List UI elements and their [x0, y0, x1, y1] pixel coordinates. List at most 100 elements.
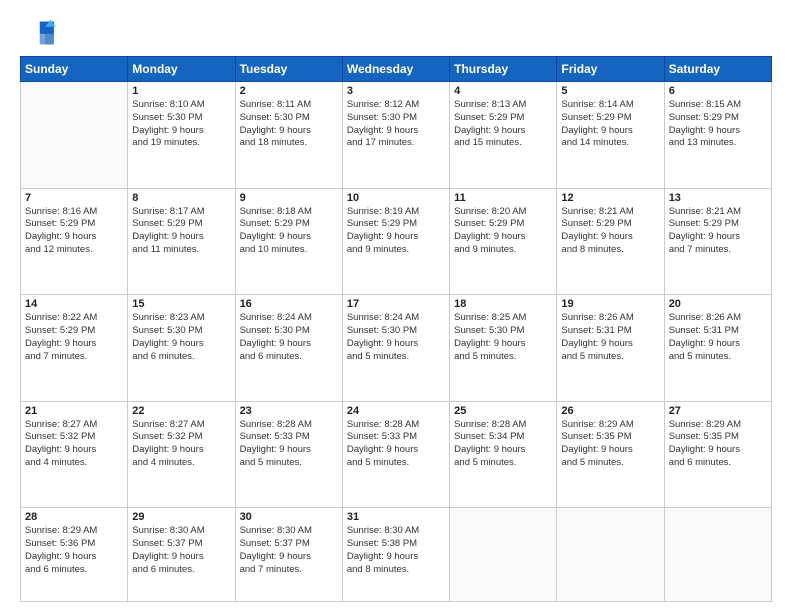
day-info: Sunrise: 8:27 AM Sunset: 5:32 PM Dayligh… [25, 419, 123, 470]
day-info: Sunrise: 8:28 AM Sunset: 5:33 PM Dayligh… [347, 419, 445, 470]
calendar-cell: 18Sunrise: 8:25 AM Sunset: 5:30 PM Dayli… [450, 295, 557, 402]
day-info: Sunrise: 8:21 AM Sunset: 5:29 PM Dayligh… [561, 206, 659, 257]
calendar-week-row: 7 Sunrise: 8:16 AM Sunset: 5:29 PM Daylig… [21, 188, 772, 295]
calendar-cell: 24Sunrise: 8:28 AM Sunset: 5:33 PM Dayli… [342, 401, 449, 508]
day-info: Sunrise: 8:27 AM Sunset: 5:32 PM Dayligh… [132, 419, 230, 470]
calendar-cell: 1 Sunrise: 8:10 AM Sunset: 5:30 PM Daylig… [128, 82, 235, 189]
day-number: 5 [561, 85, 659, 97]
day-info: Sunrise: 8:24 AM Sunset: 5:30 PM Dayligh… [347, 312, 445, 363]
calendar-week-row: 21 Sunrise: 8:27 AM Sunset: 5:32 PM Dayli… [21, 401, 772, 508]
calendar-header-row: SundayMondayTuesdayWednesdayThursdayFrid… [21, 57, 772, 82]
day-info: Sunrise: 8:29 AM Sunset: 5:35 PM Dayligh… [561, 419, 659, 470]
day-number: 16 [240, 298, 338, 310]
calendar-cell: 3 Sunrise: 8:12 AM Sunset: 5:30 PM Daylig… [342, 82, 449, 189]
calendar-cell: 26 Sunrise: 8:29 AM Sunset: 5:35 PM Dayli… [557, 401, 664, 508]
weekday-header: Saturday [664, 57, 771, 82]
day-number: 3 [347, 85, 445, 97]
day-number: 14 [25, 298, 123, 310]
calendar-cell: 28 Sunrise: 8:29 AM Sunset: 5:36 PM Dayli… [21, 508, 128, 602]
calendar-cell: 4 Sunrise: 8:13 AM Sunset: 5:29 PM Daylig… [450, 82, 557, 189]
calendar-cell: 16 Sunrise: 8:24 AM Sunset: 5:30 PM Dayli… [235, 295, 342, 402]
weekday-header: Tuesday [235, 57, 342, 82]
calendar-cell: 12 Sunrise: 8:21 AM Sunset: 5:29 PM Dayli… [557, 188, 664, 295]
day-number: 10 [347, 192, 445, 204]
logo-icon [20, 18, 56, 48]
weekday-header: Wednesday [342, 57, 449, 82]
day-number: 8 [132, 192, 230, 204]
calendar-cell: 15 Sunrise: 8:23 AM Sunset: 5:30 PM Dayli… [128, 295, 235, 402]
calendar-cell: 2Sunrise: 8:11 AM Sunset: 5:30 PM Daylig… [235, 82, 342, 189]
day-info: Sunrise: 8:30 AM Sunset: 5:38 PM Dayligh… [347, 525, 445, 576]
calendar-cell [664, 508, 771, 602]
calendar-cell: 7 Sunrise: 8:16 AM Sunset: 5:29 PM Daylig… [21, 188, 128, 295]
calendar-week-row: 14 Sunrise: 8:22 AM Sunset: 5:29 PM Dayli… [21, 295, 772, 402]
day-number: 4 [454, 85, 552, 97]
day-number: 31 [347, 511, 445, 523]
day-info: Sunrise: 8:13 AM Sunset: 5:29 PM Dayligh… [454, 99, 552, 150]
page: SundayMondayTuesdayWednesdayThursdayFrid… [0, 0, 792, 612]
day-info: Sunrise: 8:23 AM Sunset: 5:30 PM Dayligh… [132, 312, 230, 363]
day-number: 29 [132, 511, 230, 523]
day-number: 30 [240, 511, 338, 523]
day-number: 12 [561, 192, 659, 204]
weekday-header: Sunday [21, 57, 128, 82]
day-number: 7 [25, 192, 123, 204]
calendar-table: SundayMondayTuesdayWednesdayThursdayFrid… [20, 56, 772, 602]
calendar-cell [450, 508, 557, 602]
day-info: Sunrise: 8:25 AM Sunset: 5:30 PM Dayligh… [454, 312, 552, 363]
calendar-cell: 30 Sunrise: 8:30 AM Sunset: 5:37 PM Dayli… [235, 508, 342, 602]
logo [20, 18, 60, 48]
day-number: 9 [240, 192, 338, 204]
calendar-cell: 17 Sunrise: 8:24 AM Sunset: 5:30 PM Dayli… [342, 295, 449, 402]
day-number: 15 [132, 298, 230, 310]
calendar-cell: 31 Sunrise: 8:30 AM Sunset: 5:38 PM Dayli… [342, 508, 449, 602]
day-number: 11 [454, 192, 552, 204]
day-info: Sunrise: 8:22 AM Sunset: 5:29 PM Dayligh… [25, 312, 123, 363]
day-number: 6 [669, 85, 767, 97]
day-info: Sunrise: 8:29 AM Sunset: 5:35 PM Dayligh… [669, 419, 767, 470]
day-number: 1 [132, 85, 230, 97]
day-info: Sunrise: 8:20 AM Sunset: 5:29 PM Dayligh… [454, 206, 552, 257]
calendar-cell: 27 Sunrise: 8:29 AM Sunset: 5:35 PM Dayli… [664, 401, 771, 508]
calendar-cell: 13 Sunrise: 8:21 AM Sunset: 5:29 PM Dayli… [664, 188, 771, 295]
day-number: 2 [240, 85, 338, 97]
day-info: Sunrise: 8:24 AM Sunset: 5:30 PM Dayligh… [240, 312, 338, 363]
day-info: Sunrise: 8:16 AM Sunset: 5:29 PM Dayligh… [25, 206, 123, 257]
day-info: Sunrise: 8:17 AM Sunset: 5:29 PM Dayligh… [132, 206, 230, 257]
calendar-cell: 22 Sunrise: 8:27 AM Sunset: 5:32 PM Dayli… [128, 401, 235, 508]
calendar-cell: 6 Sunrise: 8:15 AM Sunset: 5:29 PM Daylig… [664, 82, 771, 189]
day-info: Sunrise: 8:21 AM Sunset: 5:29 PM Dayligh… [669, 206, 767, 257]
day-number: 20 [669, 298, 767, 310]
calendar-cell: 8 Sunrise: 8:17 AM Sunset: 5:29 PM Daylig… [128, 188, 235, 295]
day-number: 26 [561, 405, 659, 417]
day-number: 13 [669, 192, 767, 204]
day-info: Sunrise: 8:30 AM Sunset: 5:37 PM Dayligh… [132, 525, 230, 576]
day-number: 28 [25, 511, 123, 523]
day-number: 25 [454, 405, 552, 417]
day-info: Sunrise: 8:12 AM Sunset: 5:30 PM Dayligh… [347, 99, 445, 150]
day-info: Sunrise: 8:10 AM Sunset: 5:30 PM Dayligh… [132, 99, 230, 150]
day-number: 27 [669, 405, 767, 417]
day-number: 17 [347, 298, 445, 310]
header [20, 18, 772, 48]
day-info: Sunrise: 8:15 AM Sunset: 5:29 PM Dayligh… [669, 99, 767, 150]
day-info: Sunrise: 8:29 AM Sunset: 5:36 PM Dayligh… [25, 525, 123, 576]
calendar-cell: 11 Sunrise: 8:20 AM Sunset: 5:29 PM Dayli… [450, 188, 557, 295]
calendar-cell: 25 Sunrise: 8:28 AM Sunset: 5:34 PM Dayli… [450, 401, 557, 508]
day-number: 21 [25, 405, 123, 417]
day-number: 22 [132, 405, 230, 417]
calendar-week-row: 28 Sunrise: 8:29 AM Sunset: 5:36 PM Dayli… [21, 508, 772, 602]
calendar-cell: 9Sunrise: 8:18 AM Sunset: 5:29 PM Daylig… [235, 188, 342, 295]
day-info: Sunrise: 8:30 AM Sunset: 5:37 PM Dayligh… [240, 525, 338, 576]
day-info: Sunrise: 8:28 AM Sunset: 5:34 PM Dayligh… [454, 419, 552, 470]
calendar-cell: 19Sunrise: 8:26 AM Sunset: 5:31 PM Dayli… [557, 295, 664, 402]
weekday-header: Monday [128, 57, 235, 82]
calendar-cell: 10 Sunrise: 8:19 AM Sunset: 5:29 PM Dayli… [342, 188, 449, 295]
calendar-cell: 20Sunrise: 8:26 AM Sunset: 5:31 PM Dayli… [664, 295, 771, 402]
day-info: Sunrise: 8:26 AM Sunset: 5:31 PM Dayligh… [561, 312, 659, 363]
calendar-cell: 29 Sunrise: 8:30 AM Sunset: 5:37 PM Dayli… [128, 508, 235, 602]
day-info: Sunrise: 8:19 AM Sunset: 5:29 PM Dayligh… [347, 206, 445, 257]
day-info: Sunrise: 8:28 AM Sunset: 5:33 PM Dayligh… [240, 419, 338, 470]
calendar-cell: 5Sunrise: 8:14 AM Sunset: 5:29 PM Daylig… [557, 82, 664, 189]
calendar-cell: 21 Sunrise: 8:27 AM Sunset: 5:32 PM Dayli… [21, 401, 128, 508]
